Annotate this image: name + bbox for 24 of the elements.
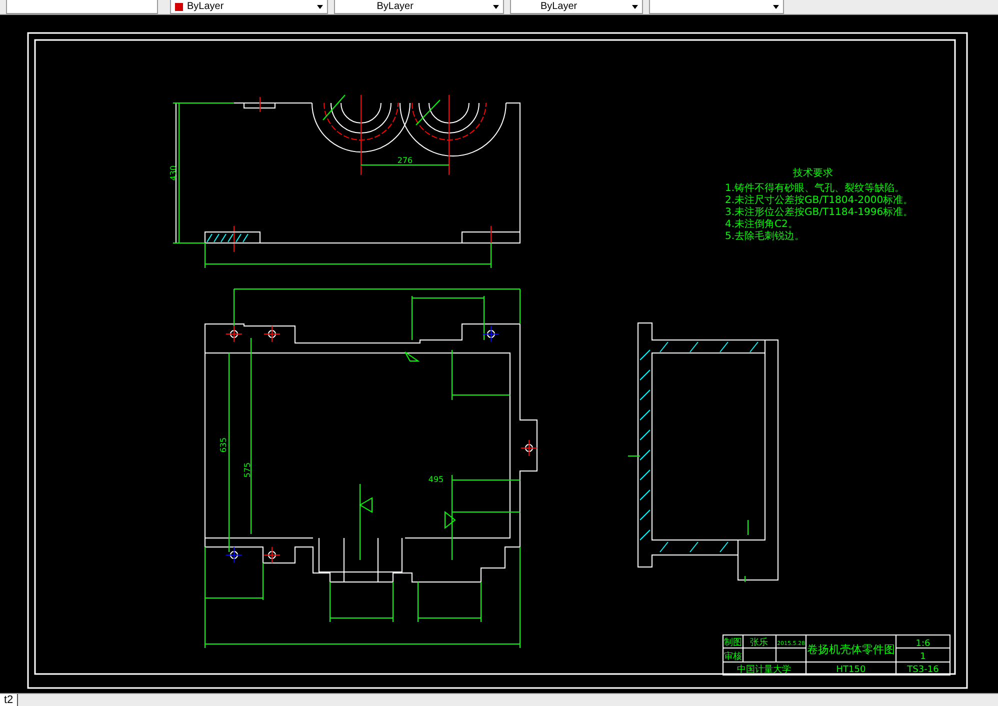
requirement-text: 4.未注倒角C2。 bbox=[725, 219, 798, 230]
dimension-label: 635 bbox=[219, 437, 228, 453]
layout-tab[interactable]: t2 bbox=[0, 694, 18, 706]
requirement-text: 1.铸件不得有砂眼、气孔、裂纹等缺陷。 bbox=[725, 183, 905, 194]
dimension-label: 575 bbox=[243, 462, 252, 478]
layer-dropdown[interactable]: ByLayer bbox=[510, 0, 643, 14]
dimension-label: 495 bbox=[428, 475, 444, 484]
requirement-text: 5.去除毛刺锐边。 bbox=[725, 231, 805, 242]
table-cell: 制图 bbox=[724, 638, 742, 648]
requirement-text: 3.未注形位公差按GB/T1184-1996标准。 bbox=[725, 207, 914, 218]
drawing-title: 卷扬机壳体零件图 bbox=[807, 643, 895, 656]
requirement-text: 2.未注尺寸公差按GB/T1804-2000标准。 bbox=[725, 195, 914, 206]
table-cell: 1:6 bbox=[916, 639, 930, 649]
table-cell: HT150 bbox=[836, 665, 866, 675]
dimension-label: 276 bbox=[397, 156, 413, 165]
table-cell: 审核 bbox=[724, 652, 742, 662]
table-cell: TS3-16 bbox=[907, 665, 939, 675]
layer-dropdown[interactable]: ByLayer bbox=[334, 0, 504, 14]
table-cell: 中国计量大学 bbox=[737, 665, 791, 675]
table-cell: 张乐 bbox=[750, 638, 768, 648]
dimension-label: 430 bbox=[169, 165, 178, 181]
color-dropdown[interactable]: ByLayer bbox=[170, 0, 328, 14]
requirements-title: 技术要求 bbox=[793, 168, 833, 179]
table-cell: 1 bbox=[920, 652, 926, 662]
